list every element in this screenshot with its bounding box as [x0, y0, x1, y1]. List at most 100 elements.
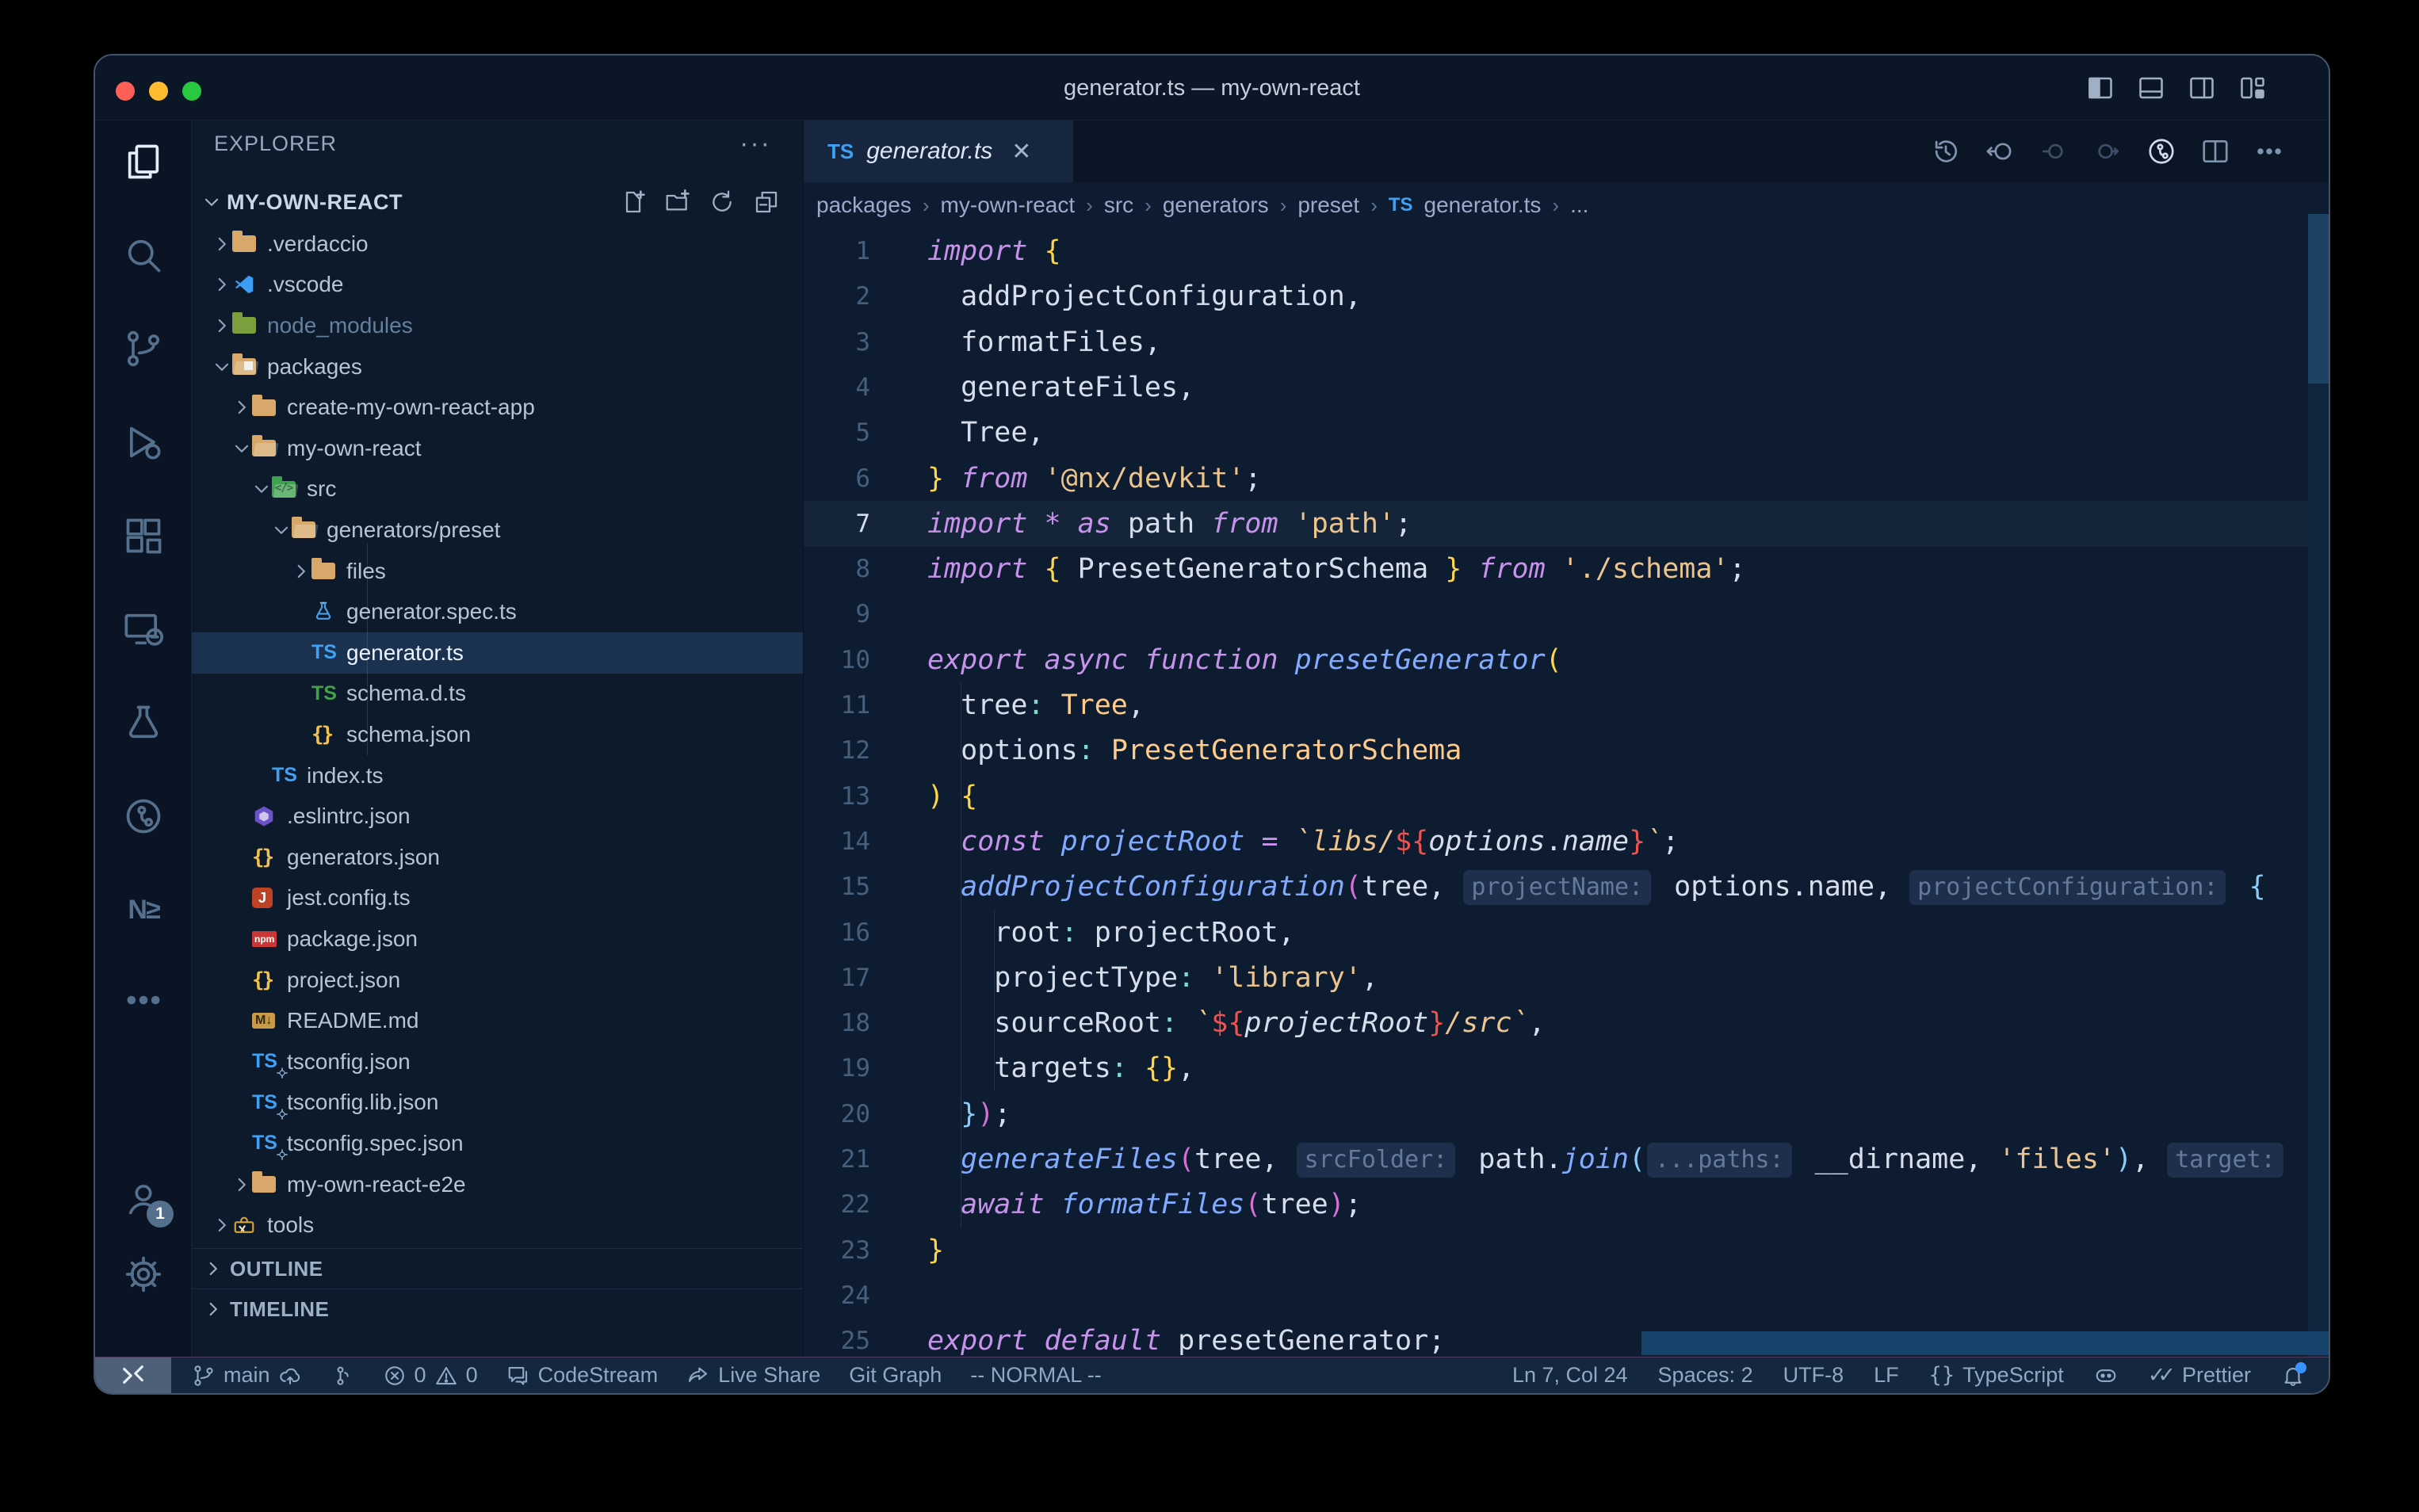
- status-cursor-position[interactable]: Ln 7, Col 24: [1512, 1363, 1628, 1388]
- activity-item-extensions[interactable]: [95, 498, 192, 574]
- toggle-panel-icon[interactable]: [2137, 74, 2165, 102]
- tree-item-label: generator.ts: [346, 640, 464, 666]
- breadcrumb-item-preset[interactable]: preset: [1297, 193, 1359, 218]
- status-indentation[interactable]: Spaces: 2: [1658, 1363, 1753, 1388]
- code-editor[interactable]: 1import {2 addProjectConfiguration,3 for…: [804, 228, 2330, 1360]
- activity-item-git-graph-view[interactable]: [95, 778, 192, 854]
- tree-item-.eslintrc.json[interactable]: .eslintrc.json: [192, 796, 803, 837]
- code-line-21: generateFiles(tree, srcFolder: path.join…: [927, 1136, 2330, 1182]
- customize-layout-icon[interactable]: [2238, 74, 2267, 102]
- activity-item-explorer[interactable]: [95, 124, 192, 200]
- status-copilot[interactable]: [2094, 1364, 2118, 1388]
- tab-generator-ts[interactable]: TS generator.ts ✕: [804, 120, 1073, 182]
- toggle-sidebar-icon[interactable]: [2086, 74, 2115, 102]
- tree-item-files[interactable]: files: [192, 551, 803, 592]
- breadcrumb-item-packages[interactable]: packages: [816, 193, 911, 218]
- code-line-14: const projectRoot = `libs/${options.name…: [927, 819, 1679, 865]
- breadcrumb-item-src[interactable]: src: [1104, 193, 1133, 218]
- close-tab-icon[interactable]: ✕: [1011, 138, 1031, 166]
- nav-left-dim-icon[interactable]: [2039, 136, 2069, 166]
- tree-item-my-own-react[interactable]: my-own-react: [192, 428, 803, 469]
- more-actions-icon[interactable]: [2254, 136, 2284, 166]
- status-notifications[interactable]: [2281, 1364, 2305, 1388]
- gear-icon: [123, 1254, 164, 1295]
- vertical-scrollbar-thumb[interactable]: [2308, 214, 2330, 384]
- tree-item-schema.d.ts[interactable]: TSschema.d.ts: [192, 674, 803, 715]
- tree-item-node_modules[interactable]: node_modules: [192, 305, 803, 346]
- breadcrumb-separator: ›: [923, 193, 930, 218]
- tree-item-label: project.json: [287, 968, 400, 993]
- status-eol[interactable]: LF: [1874, 1363, 1899, 1388]
- chevron-right-icon: [203, 1258, 224, 1279]
- activity-item-run-debug[interactable]: [95, 404, 192, 480]
- activity-item-settings[interactable]: [95, 1236, 192, 1312]
- refresh-icon[interactable]: [709, 189, 735, 215]
- tree-item-.vscode[interactable]: .vscode: [192, 265, 803, 306]
- comment-icon: [506, 1364, 530, 1388]
- nav-back-circle-icon[interactable]: [1985, 136, 2015, 166]
- cloud-upload-icon: [278, 1364, 302, 1388]
- status-bar: main 00 CodeStream Live Share Git Graph -- NO…: [95, 1357, 2329, 1393]
- tree-item-README.md[interactable]: M↓README.md: [192, 1000, 803, 1041]
- tree-item-src[interactable]: </>src: [192, 469, 803, 510]
- activity-item-search[interactable]: [95, 217, 192, 293]
- tree-item-generators.json[interactable]: {}generators.json: [192, 837, 803, 878]
- new-file-icon[interactable]: [621, 189, 646, 215]
- new-folder-icon[interactable]: [665, 189, 690, 215]
- tree-item-generator.ts[interactable]: TSgenerator.ts: [192, 632, 803, 674]
- code-line-23: }: [927, 1228, 944, 1273]
- activity-item-accounts[interactable]: 1: [95, 1160, 192, 1236]
- status-encoding[interactable]: UTF-8: [1783, 1363, 1844, 1388]
- horizontal-scrollbar-thumb[interactable]: [1641, 1331, 2330, 1355]
- remote-indicator[interactable]: [95, 1357, 171, 1393]
- tree-item-generators/preset[interactable]: generators/preset: [192, 510, 803, 551]
- status-codestream[interactable]: CodeStream: [506, 1363, 659, 1388]
- breadcrumb-item-my-own-react[interactable]: my-own-react: [941, 193, 1076, 218]
- tree-item-label: .eslintrc.json: [287, 804, 411, 829]
- tree-item-package.json[interactable]: npmpackage.json: [192, 918, 803, 960]
- tree-item-packages[interactable]: packages: [192, 346, 803, 388]
- history-icon[interactable]: [1931, 136, 1961, 166]
- tree-item-tsconfig.json[interactable]: TStsconfig.json: [192, 1041, 803, 1082]
- tree-item-.verdaccio[interactable]: .verdaccio: [192, 223, 803, 265]
- nav-right-dim-icon[interactable]: [2092, 136, 2123, 166]
- breadcrumb-item-generators[interactable]: generators: [1163, 193, 1269, 218]
- tree-item-tsconfig.spec.json[interactable]: TStsconfig.spec.json: [192, 1123, 803, 1164]
- toggle-secondary-sidebar-icon[interactable]: [2188, 74, 2216, 102]
- activity-item-nx-console[interactable]: N≥: [95, 872, 192, 948]
- breadcrumb-item-...[interactable]: ...: [1570, 193, 1588, 218]
- status-language-mode[interactable]: {}TypeScript: [1929, 1363, 2064, 1388]
- status-git-graph[interactable]: Git Graph: [849, 1363, 942, 1388]
- code-line-25: export default presetGenerator;: [927, 1318, 1445, 1360]
- collapse-all-icon[interactable]: [754, 189, 779, 215]
- git-circle-icon[interactable]: [2146, 136, 2176, 166]
- tree-item-generator.spec.ts[interactable]: generator.spec.ts: [192, 591, 803, 632]
- status-problems[interactable]: 00: [383, 1363, 478, 1388]
- status-live-share[interactable]: Live Share: [686, 1363, 820, 1388]
- status-vim-mode[interactable]: -- NORMAL --: [970, 1363, 1101, 1388]
- vertical-scrollbar[interactable]: [2308, 228, 2330, 1360]
- explorer-more-actions-icon[interactable]: ···: [739, 128, 771, 159]
- tree-item-tools[interactable]: tools: [192, 1205, 803, 1246]
- panel-timeline[interactable]: TIMELINE: [192, 1289, 803, 1329]
- split-editor-icon[interactable]: [2200, 136, 2230, 166]
- activity-item-source-control[interactable]: [95, 311, 192, 387]
- titlebar[interactable]: generator.ts — my-own-react: [95, 55, 2329, 120]
- breadcrumb-item-generator.ts[interactable]: generator.ts: [1424, 193, 1542, 218]
- tree-item-index.ts[interactable]: TSindex.ts: [192, 755, 803, 796]
- tree-item-tsconfig.lib.json[interactable]: TStsconfig.lib.json: [192, 1082, 803, 1124]
- code-line-18: sourceRoot: `${projectRoot}/src`,: [927, 1000, 1546, 1046]
- panel-outline[interactable]: OUTLINE: [192, 1248, 803, 1289]
- tree-item-create-my-own-react-app[interactable]: create-my-own-react-app: [192, 387, 803, 428]
- status-branch[interactable]: main: [192, 1363, 302, 1388]
- status-prettier[interactable]: ✓✓Prettier: [2148, 1363, 2251, 1388]
- tree-item-project.json[interactable]: {}project.json: [192, 960, 803, 1001]
- breadcrumb[interactable]: packages›my-own-react›src›generators›pre…: [804, 182, 2330, 228]
- activity-item-remote-explorer[interactable]: [95, 591, 192, 667]
- activity-item-testing[interactable]: [95, 685, 192, 761]
- tree-item-schema.json[interactable]: {}schema.json: [192, 714, 803, 755]
- tree-item-jest.config.ts[interactable]: Jjest.config.ts: [192, 878, 803, 919]
- status-commit-graph[interactable]: [331, 1364, 354, 1388]
- activity-item-additional-views[interactable]: [95, 962, 192, 1038]
- tree-item-my-own-react-e2e[interactable]: my-own-react-e2e: [192, 1164, 803, 1205]
